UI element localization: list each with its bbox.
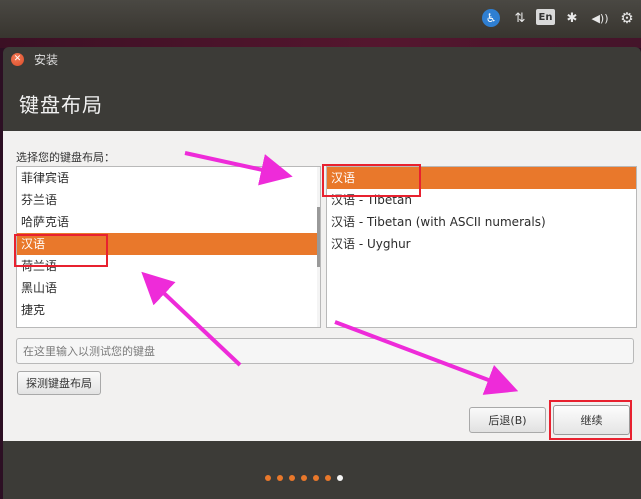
window-title: 安装 (34, 53, 59, 67)
layout-item[interactable]: 哈萨克语 (17, 211, 320, 233)
bluetooth-icon[interactable]: ✱ (565, 8, 579, 28)
annotation-box-continue (549, 400, 632, 440)
back-button[interactable]: 后退(B) (469, 407, 546, 433)
layout-prompt-label: 选择您的键盘布局： (16, 151, 115, 164)
window-titlebar[interactable]: ✕ 安装 (3, 47, 641, 71)
installer-window: ✕ 安装 键盘布局 选择您的键盘布局： 菲律宾语 芬兰语 哈萨克语 汉语 荷兰语 黑山语捷… (3, 47, 641, 499)
layout-item[interactable]: 黑山语 (17, 277, 320, 299)
installer-footer (3, 441, 641, 499)
annotation-box-layout (14, 234, 108, 267)
annotation-box-variant (322, 164, 421, 197)
layout-list-scrollbar[interactable] (317, 167, 320, 327)
close-icon[interactable]: ✕ (11, 53, 24, 66)
keyboard-test-input[interactable] (16, 338, 634, 364)
progress-dot (277, 475, 283, 481)
page-header: 键盘布局 (3, 71, 641, 131)
progress-dot (289, 475, 295, 481)
progress-dot (325, 475, 331, 481)
progress-dot (313, 475, 319, 481)
progress-dot (337, 475, 343, 481)
page-title: 键盘布局 (19, 93, 103, 117)
accessibility-icon[interactable]: ♿ (482, 9, 500, 27)
progress-dot (301, 475, 307, 481)
progress-dots (265, 475, 343, 481)
progress-dot (265, 475, 271, 481)
volume-icon[interactable]: ◀)) (590, 8, 610, 28)
detect-layout-button[interactable]: 探测键盘布局 (17, 371, 101, 395)
layout-item[interactable]: 芬兰语 (17, 189, 320, 211)
keyboard-language-indicator[interactable]: En (536, 9, 555, 25)
gear-icon[interactable]: ⚙ (618, 8, 636, 28)
layout-list-scrollbar-thumb[interactable] (317, 207, 320, 267)
layout-item[interactable]: 菲律宾语 (17, 167, 320, 189)
top-panel: ♿ ⇅ En ✱ ◀)) ⚙ (0, 0, 641, 38)
layout-item[interactable]: 捷克 (17, 299, 320, 321)
network-icon[interactable]: ⇅ (511, 8, 529, 28)
variant-item[interactable]: 汉语 - Tibetan (with ASCII numerals) (327, 211, 636, 233)
variant-item[interactable]: 汉语 - Uyghur (327, 233, 636, 255)
